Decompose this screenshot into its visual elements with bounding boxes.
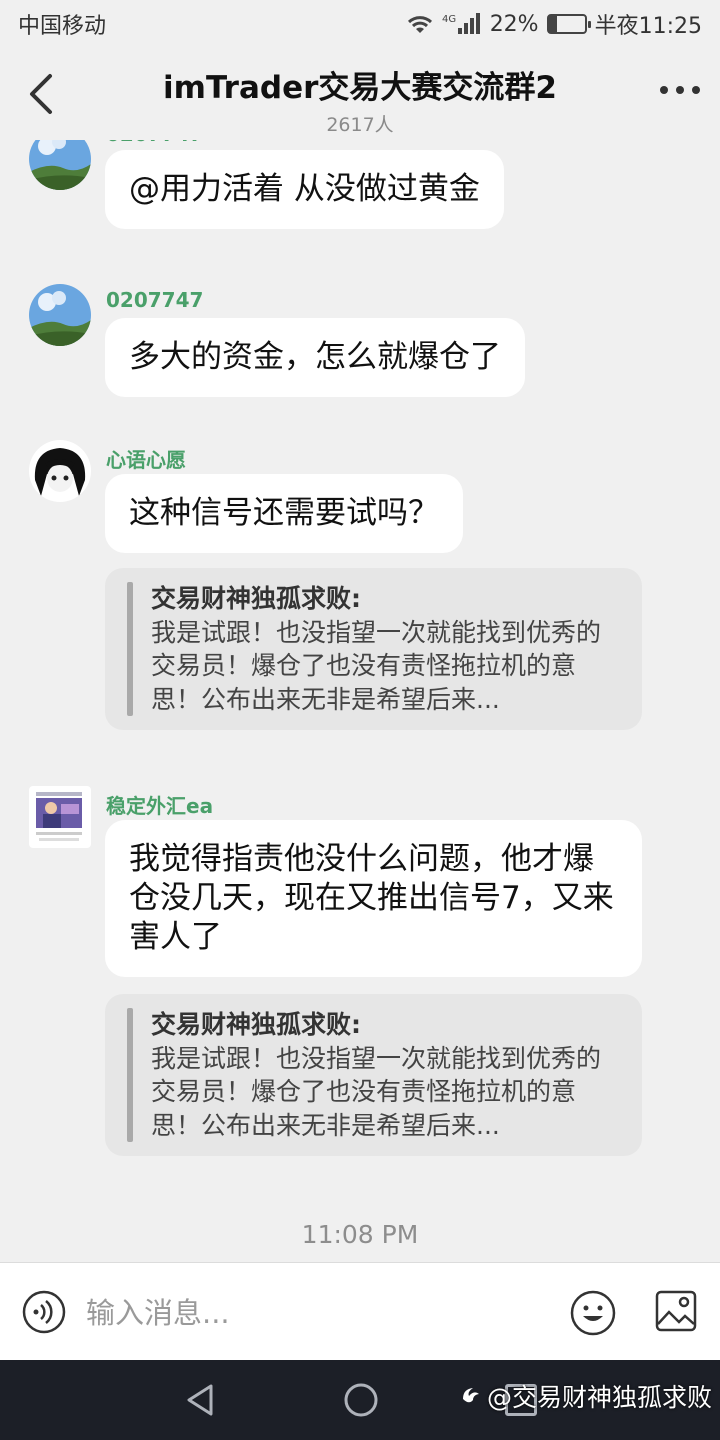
chat-header: imTrader交易大赛交流群2 2617人 bbox=[0, 48, 720, 138]
message-timestamp: 11:08 PM bbox=[301, 1220, 419, 1249]
carrier-label: 中国移动 bbox=[18, 14, 107, 39]
avatar[interactable] bbox=[29, 786, 91, 848]
group-title: imTrader交易大赛交流群2 bbox=[163, 70, 557, 106]
clock: 半夜11:25 bbox=[594, 14, 702, 39]
emoji-icon[interactable] bbox=[570, 1290, 616, 1336]
quoted-message[interactable]: 交易财神独孤求败: 我是试跟！也没指望一次就能找到优秀的交易员！爆仓了也没有责怪… bbox=[105, 568, 642, 730]
message-bubble[interactable]: 我觉得指责他没什么问题，他才爆仓没几天，现在又推出信号7，又来害人了 bbox=[105, 820, 642, 978]
quote-bar bbox=[127, 582, 133, 716]
battery-fill bbox=[548, 16, 557, 32]
quote-text: 我是试跟！也没指望一次就能找到优秀的交易员！爆仓了也没有责怪拖拉机的意思！公布出… bbox=[151, 617, 602, 714]
voice-input-icon[interactable] bbox=[22, 1290, 66, 1334]
nav-back-icon[interactable] bbox=[183, 1382, 219, 1418]
avatar[interactable] bbox=[29, 440, 91, 502]
message-bubble[interactable]: @用力活着 从没做过黄金 bbox=[105, 150, 504, 230]
quoted-message[interactable]: 交易财神独孤求败: 我是试跟！也没指望一次就能找到优秀的交易员！爆仓了也没有责怪… bbox=[105, 994, 642, 1156]
battery-icon bbox=[546, 14, 591, 34]
sender-name: 0207747 bbox=[106, 288, 204, 312]
battery-percent: 22% bbox=[489, 11, 539, 37]
message-input[interactable]: 输入消息... bbox=[86, 1291, 546, 1335]
watermark-text: @交易财神独孤求败 bbox=[486, 1383, 712, 1412]
quote-author: 交易财神独孤求败: bbox=[151, 1010, 361, 1039]
nav-home-icon[interactable] bbox=[343, 1382, 379, 1418]
message-input-bar: 输入消息... bbox=[0, 1262, 720, 1360]
message-bubble[interactable]: 这种信号还需要试吗？ bbox=[105, 474, 463, 554]
sender-name: 0207747 bbox=[106, 140, 203, 146]
message-list[interactable]: 0207747 @用力活着 从没做过黄金 0207747 多大的资金，怎么就爆仓… bbox=[0, 140, 720, 1262]
member-count: 2617人 bbox=[326, 114, 394, 136]
signal-icon: 4G bbox=[442, 12, 482, 36]
sender-name: 心语心愿 bbox=[106, 448, 186, 472]
avatar[interactable] bbox=[29, 284, 91, 346]
quote-text: 我是试跟！也没指望一次就能找到优秀的交易员！爆仓了也没有责怪拖拉机的意思！公布出… bbox=[151, 1043, 602, 1140]
status-bar: 中国移动 4G 22% 半夜11:25 bbox=[0, 0, 720, 48]
svg-text:4G: 4G bbox=[442, 14, 456, 25]
weibo-logo-icon bbox=[462, 1388, 479, 1403]
wifi-icon bbox=[406, 13, 434, 35]
more-options-icon[interactable] bbox=[660, 86, 700, 94]
sender-name: 稳定外汇ea bbox=[106, 794, 214, 818]
avatar[interactable] bbox=[29, 140, 91, 190]
message-bubble[interactable]: 多大的资金，怎么就爆仓了 bbox=[105, 318, 525, 398]
watermark: @交易财神独孤求败 bbox=[459, 1378, 712, 1414]
quote-bar bbox=[127, 1008, 133, 1142]
quote-author: 交易财神独孤求败: bbox=[151, 584, 361, 613]
system-nav-bar: @交易财神独孤求败 bbox=[0, 1360, 720, 1440]
image-picker-icon[interactable] bbox=[655, 1290, 697, 1332]
